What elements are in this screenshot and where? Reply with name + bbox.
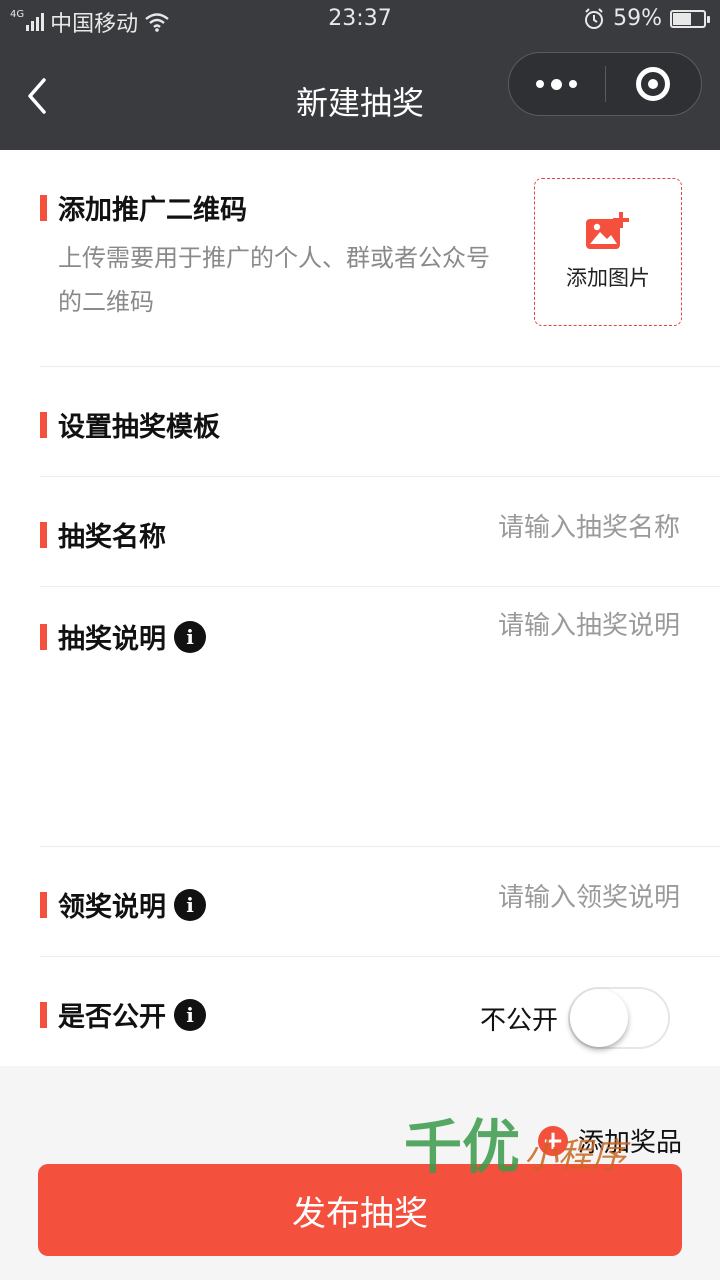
add-image-label: 添加图片 <box>566 266 650 290</box>
lottery-description-row: 抽奖说明 i <box>40 587 720 847</box>
nav-bar: 新建抽奖 <box>0 38 720 150</box>
public-row: 是否公开 i 不公开 <box>40 957 720 1066</box>
lottery-name-input[interactable] <box>320 513 680 543</box>
claim-description-row: 领奖说明 i <box>40 847 720 957</box>
add-prize-button[interactable]: + 添加奖品 <box>537 1122 682 1159</box>
top-bar: 4G 中国移动 23:37 59% 新建抽奖 <box>0 0 720 150</box>
section-marker <box>40 623 47 650</box>
public-state-label: 不公开 <box>479 1005 558 1036</box>
public-label: 是否公开 <box>58 1002 166 1033</box>
plus-circle-icon: + <box>537 1125 568 1156</box>
info-icon[interactable]: i <box>174 888 206 921</box>
lottery-description-label: 抽奖说明 <box>58 624 166 655</box>
target-circle-icon <box>636 67 671 101</box>
template-section[interactable]: 设置抽奖模板 <box>40 367 720 477</box>
template-section-title: 设置抽奖模板 <box>58 412 220 443</box>
lottery-description-input[interactable] <box>320 609 680 809</box>
lottery-name-label: 抽奖名称 <box>58 522 166 553</box>
image-plus-icon <box>586 212 629 249</box>
qrcode-description: 上传需要用于推广的个人、群或者公众号的二维码 <box>58 244 490 316</box>
form-content: 添加推广二维码 上传需要用于推广的个人、群或者公众号的二维码 添加图片 设置抽奖… <box>0 150 720 1066</box>
alarm-icon <box>585 7 604 29</box>
add-prize-label: 添加奖品 <box>577 1128 682 1158</box>
mini-program-capsule <box>508 52 702 116</box>
section-marker <box>40 411 47 438</box>
info-icon[interactable]: i <box>174 620 206 653</box>
section-marker <box>40 1001 47 1028</box>
qrcode-section-title: 添加推广二维码 <box>58 195 247 226</box>
section-marker <box>40 521 47 548</box>
section-marker <box>40 891 47 918</box>
toggle-knob <box>570 989 628 1047</box>
more-button[interactable] <box>509 53 605 115</box>
close-button[interactable] <box>606 53 702 115</box>
lottery-name-row: 抽奖名称 <box>40 477 720 587</box>
add-image-button[interactable]: 添加图片 <box>534 178 682 326</box>
claim-description-label: 领奖说明 <box>58 892 166 923</box>
section-marker <box>40 194 47 221</box>
battery-percent: 59% <box>613 6 662 31</box>
more-dots-icon <box>536 78 578 90</box>
publish-button[interactable]: 发布抽奖 <box>38 1164 682 1256</box>
info-icon[interactable]: i <box>174 998 206 1031</box>
bottom-actions: + 添加奖品 发布抽奖 <box>0 1066 720 1280</box>
public-toggle[interactable] <box>568 987 670 1049</box>
battery-icon <box>670 9 710 28</box>
claim-description-input[interactable] <box>320 883 680 913</box>
status-bar: 4G 中国移动 23:37 59% <box>0 0 720 38</box>
qrcode-section: 添加推广二维码 上传需要用于推广的个人、群或者公众号的二维码 添加图片 <box>40 150 720 367</box>
